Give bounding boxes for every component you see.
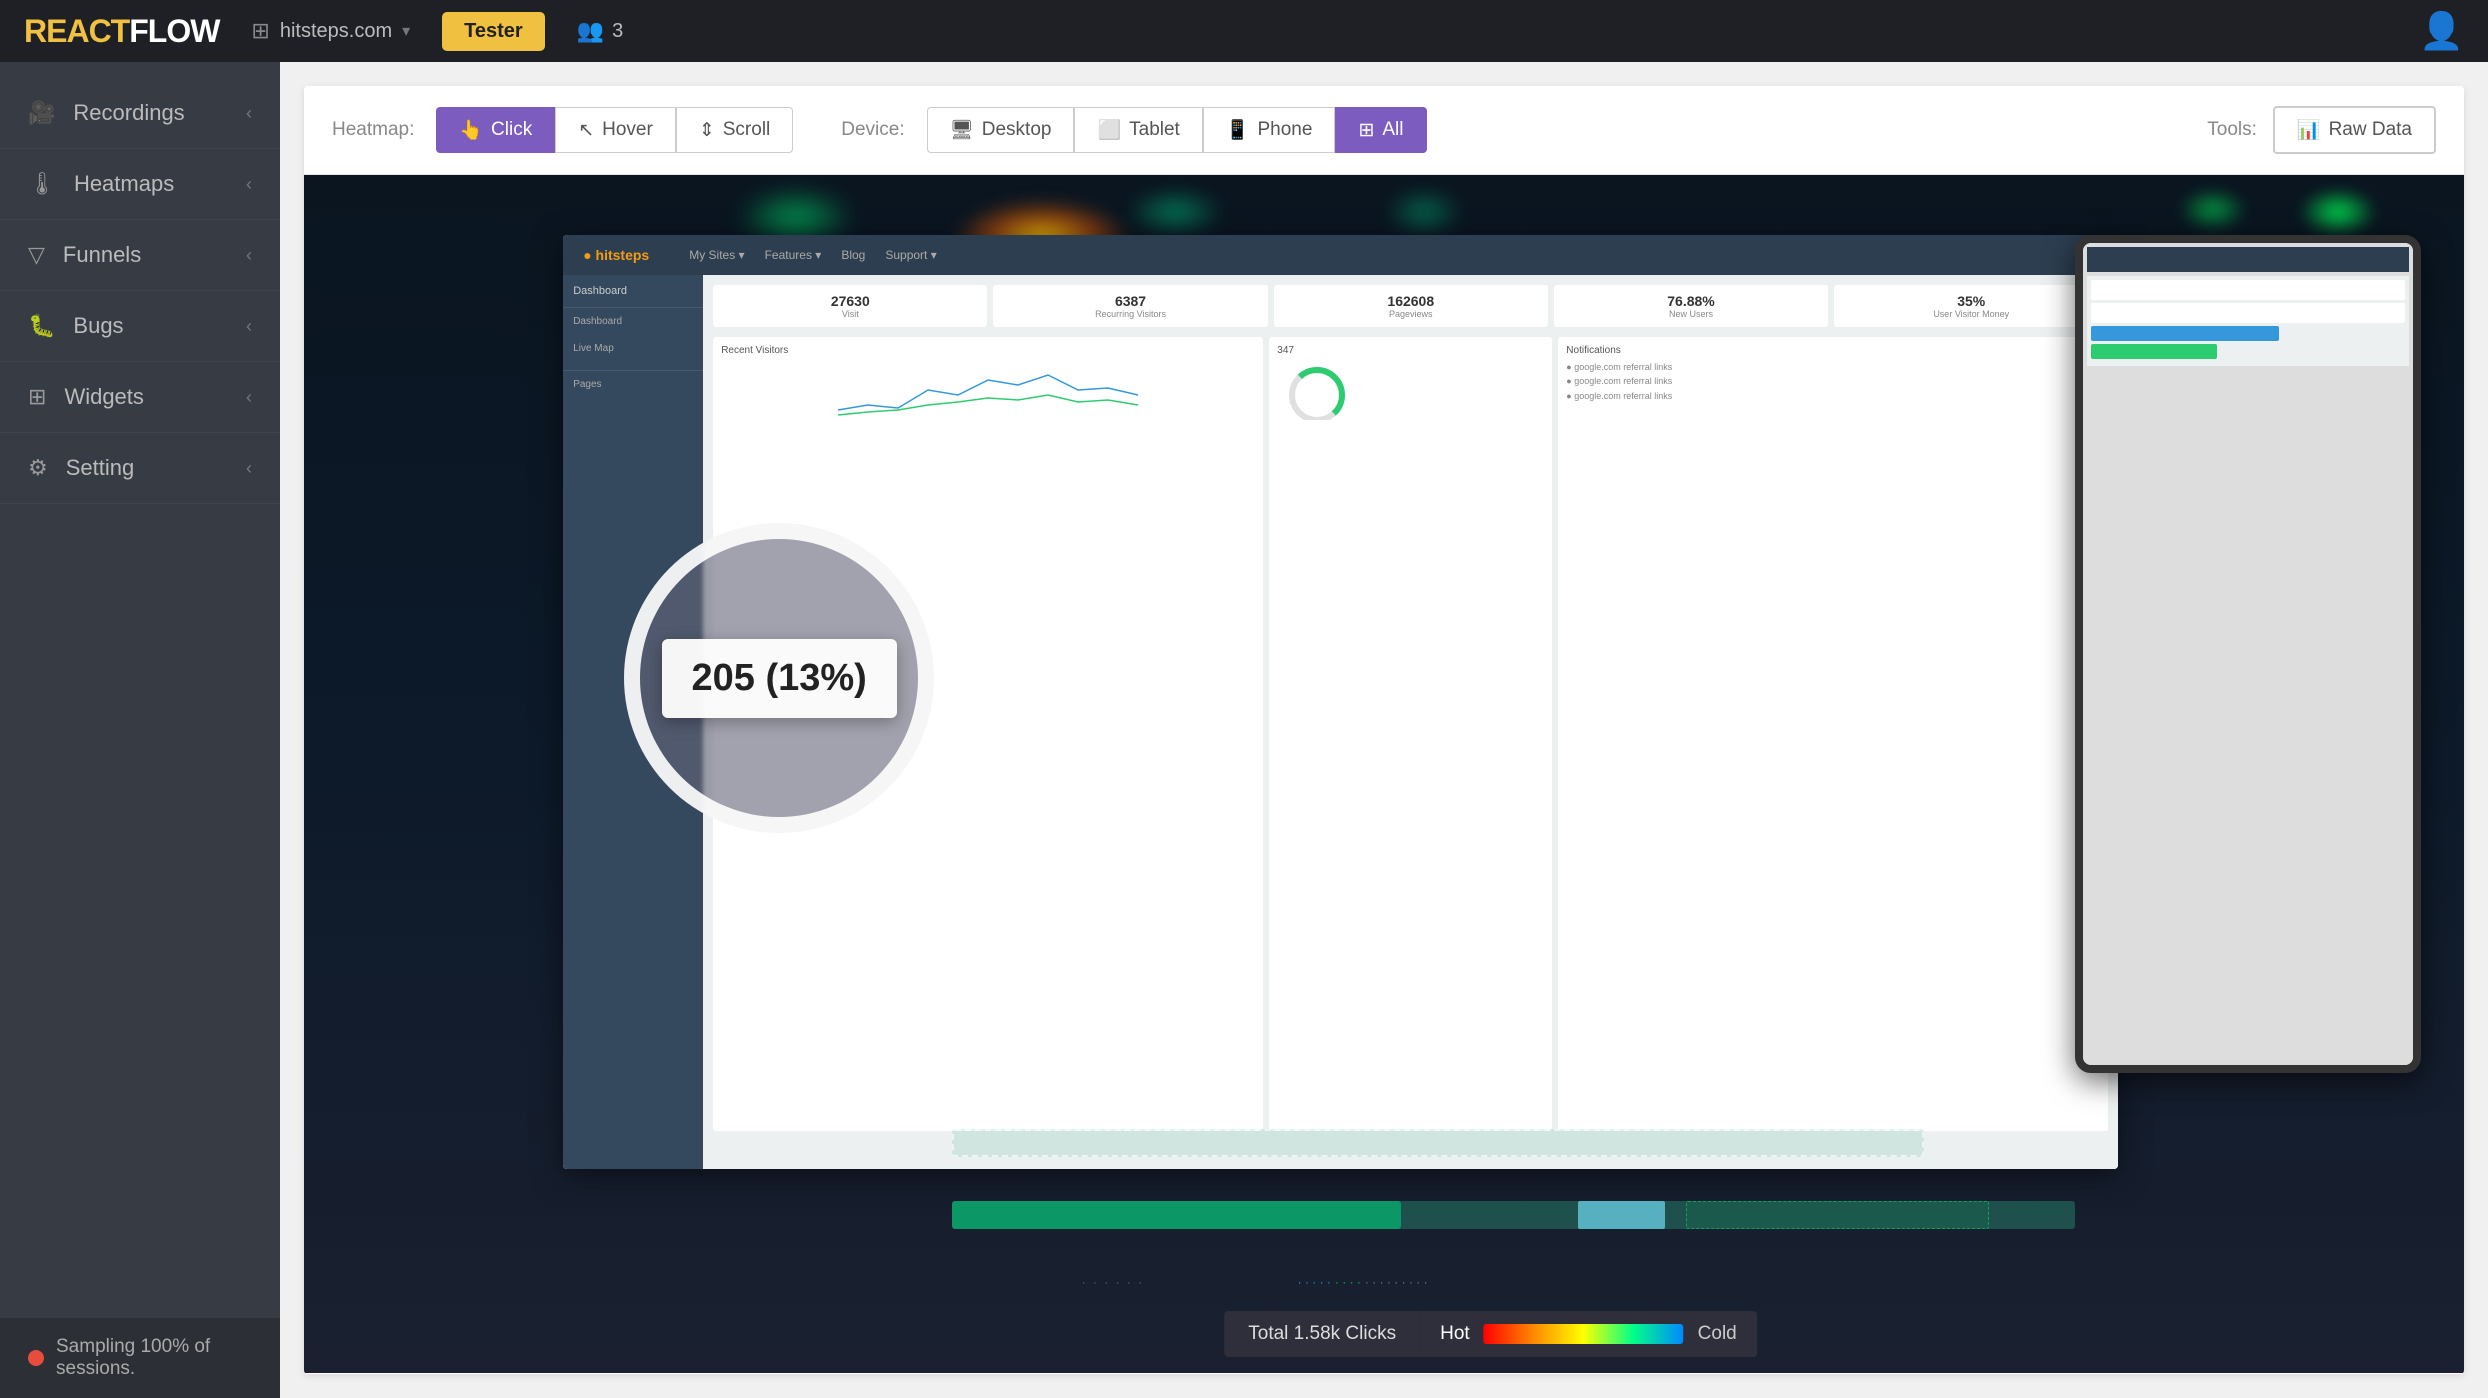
site-chevron-icon: ▾ <box>402 21 410 41</box>
heatmap-display: · · · · · · · · · · · · · · · · · · · · … <box>304 175 2464 1373</box>
click-button[interactable]: 👆 Click <box>436 107 555 153</box>
site-icon: ⊞ <box>251 18 269 44</box>
raw-data-icon: 📊 <box>2297 118 2321 142</box>
sampling-dot <box>28 1350 44 1366</box>
gradient-strip <box>1484 1324 1684 1344</box>
sidebar-item-setting[interactable]: ⚙ Setting ‹ <box>0 433 280 504</box>
sidebar-item-bugs[interactable]: 🐛 Bugs ‹ <box>0 291 280 362</box>
selection-highlight <box>1578 1201 1664 1229</box>
heat-gradient-bar: Hot Cold <box>1420 1311 1757 1357</box>
team-button[interactable]: 👥 3 <box>577 18 624 44</box>
logo: REACTFLOW <box>24 13 219 50</box>
tablet-label: Tablet <box>1129 119 1180 141</box>
sidebar-label-funnels: Funnels <box>63 242 141 268</box>
tablet-button[interactable]: ⬜ Tablet <box>1074 107 1202 153</box>
scroll-icon: ⇕ <box>699 119 715 142</box>
all-label: All <box>1382 119 1403 141</box>
content-panel: Heatmap: 👆 Click ↖ Hover ⇕ Scroll <box>304 86 2464 1374</box>
sampling-text: Sampling 100% of sessions. <box>56 1336 252 1380</box>
heatmap-toolbar: Heatmap: 👆 Click ↖ Hover ⇕ Scroll <box>304 86 2464 175</box>
heat-blob-4 <box>1384 187 1464 237</box>
widgets-chevron-icon: ‹ <box>246 387 252 408</box>
sidebar-label-widgets: Widgets <box>64 384 143 410</box>
tablet-mockup <box>2075 235 2421 1074</box>
scroll-label: Scroll <box>723 119 771 141</box>
logo-flow: FLOW <box>129 13 219 50</box>
user-avatar-icon: 👤 <box>2419 10 2464 51</box>
raw-data-label: Raw Data <box>2329 119 2412 141</box>
cold-label: Cold <box>1698 1323 1737 1345</box>
site-selector[interactable]: ⊞ hitsteps.com ▾ <box>251 18 410 44</box>
desktop-icon: 🖥 <box>950 118 974 142</box>
funnels-icon: ▽ <box>28 242 45 268</box>
heat-blob-3 <box>1125 187 1225 237</box>
hover-label: Hover <box>602 119 653 141</box>
heatmap-label: Heatmap: <box>332 119 414 141</box>
heatmap-statusbar: Total 1.58k Clicks Hot Cold <box>1224 1311 1757 1357</box>
sidebar-item-recordings[interactable]: 🎥 Recordings ‹ <box>0 78 280 149</box>
sidebar-label-setting: Setting <box>66 455 135 481</box>
all-icon: ⊞ <box>1358 119 1374 142</box>
site-name: hitsteps.com <box>280 20 392 43</box>
funnels-chevron-icon: ‹ <box>246 245 252 266</box>
logo-react: REACT <box>24 13 129 50</box>
phone-label: Phone <box>1258 119 1313 141</box>
total-clicks-badge: Total 1.58k Clicks <box>1224 1311 1420 1357</box>
tools-label: Tools: <box>2207 119 2257 141</box>
dotted-row-right <box>1686 1201 1988 1229</box>
tablet-icon: ⬜ <box>1097 118 1121 142</box>
heatmaps-chevron-icon: ‹ <box>246 174 252 195</box>
device-label: Device: <box>841 119 904 141</box>
selection-bar-1 <box>952 1129 1924 1157</box>
raw-data-button[interactable]: 📊 Raw Data <box>2273 106 2436 154</box>
sidebar-label-recordings: Recordings <box>73 100 184 126</box>
sidebar-label-heatmaps: Heatmaps <box>74 171 174 197</box>
click-label: Click <box>491 119 532 141</box>
bugs-chevron-icon: ‹ <box>246 316 252 337</box>
zoom-tooltip: 205 (13%) <box>662 639 897 718</box>
hover-icon: ↖ <box>578 119 594 142</box>
desktop-button[interactable]: 🖥 Desktop <box>927 107 1075 153</box>
sidebar: 🎥 Recordings ‹ 🌡 Heatmaps ‹ ▽ Funnels ‹ … <box>0 62 280 1398</box>
team-icon: 👥 <box>577 18 604 44</box>
topnav: REACTFLOW ⊞ hitsteps.com ▾ Tester 👥 3 👤 <box>0 0 2488 62</box>
heat-blob-top-right-1 <box>2298 187 2378 237</box>
phone-icon: 📱 <box>1226 118 1250 142</box>
desktop-label: Desktop <box>982 119 1052 141</box>
sidebar-item-widgets[interactable]: ⊞ Widgets ‹ <box>0 362 280 433</box>
user-menu[interactable]: 👤 <box>2419 10 2464 52</box>
recordings-chevron-icon: ‹ <box>246 103 252 124</box>
team-count: 3 <box>612 20 623 43</box>
widgets-icon: ⊞ <box>28 384 46 410</box>
hover-button[interactable]: ↖ Hover <box>555 107 676 153</box>
heat-dots-bottom: · · · · · · · · · · · · · · · · · · <box>1298 1275 1428 1289</box>
tester-button[interactable]: Tester <box>442 12 545 51</box>
recordings-icon: 🎥 <box>28 100 55 126</box>
dotted-line-bottom-1: · · · · · · · · · · · · · · · <box>1082 1071 1247 1085</box>
setting-chevron-icon: ‹ <box>246 458 252 479</box>
hot-label: Hot <box>1440 1323 1470 1345</box>
dotted-line-bottom-2: · · · · · · <box>1082 1275 1145 1289</box>
all-button[interactable]: ⊞ All <box>1335 107 1426 153</box>
sidebar-item-funnels[interactable]: ▽ Funnels ‹ <box>0 220 280 291</box>
setting-icon: ⚙ <box>28 455 48 481</box>
sampling-bar: Sampling 100% of sessions. <box>0 1318 280 1398</box>
phone-button[interactable]: 📱 Phone <box>1203 107 1336 153</box>
click-icon: 👆 <box>459 118 483 142</box>
zoom-circle: 205 (13%) <box>624 523 934 833</box>
sidebar-label-bugs: Bugs <box>73 313 123 339</box>
heatmaps-icon: 🌡 <box>28 171 56 197</box>
main-content: Heatmap: 👆 Click ↖ Hover ⇕ Scroll <box>280 62 2488 1398</box>
bugs-icon: 🐛 <box>28 313 55 339</box>
sidebar-item-heatmaps[interactable]: 🌡 Heatmaps ‹ <box>0 149 280 220</box>
scroll-button[interactable]: ⇕ Scroll <box>676 107 793 153</box>
heat-blob-top-right-2 <box>2178 187 2248 232</box>
